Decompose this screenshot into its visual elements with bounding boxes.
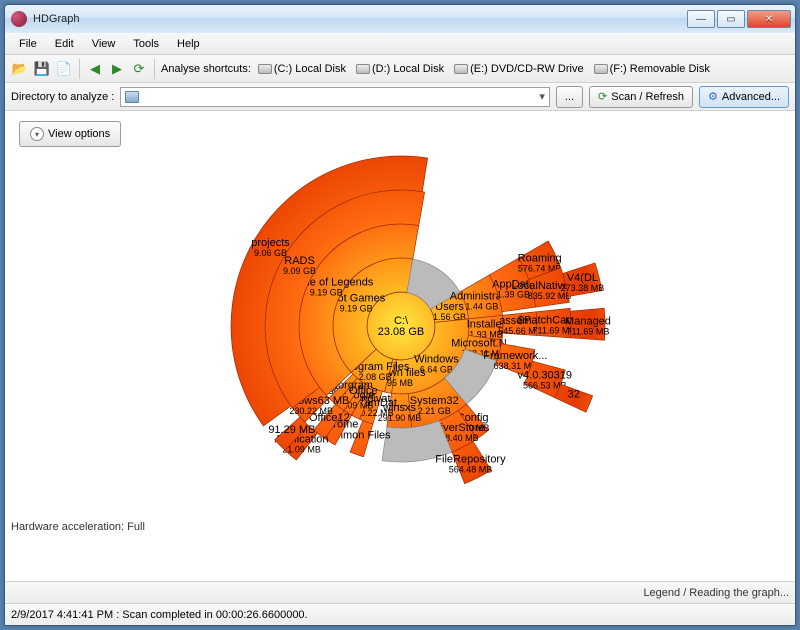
sunburst-segment[interactable] <box>387 393 412 428</box>
footerbar: Legend / Reading the graph... <box>5 581 795 603</box>
menu-tools[interactable]: Tools <box>125 36 167 52</box>
forward-icon[interactable]: ▶ <box>108 60 126 78</box>
shortcut-f[interactable]: (F:) Removable Disk <box>591 63 713 75</box>
shortcut-e[interactable]: (E:) DVD/CD-RW Drive <box>451 63 586 75</box>
document-icon[interactable]: 📄 <box>55 60 73 78</box>
sunburst-segment[interactable] <box>563 263 602 297</box>
sunburst-segment[interactable] <box>555 384 593 412</box>
analyse-shortcuts-label: Analyse shortcuts: <box>161 63 251 75</box>
view-options-button[interactable]: ▾ View options <box>19 121 121 147</box>
menu-help[interactable]: Help <box>169 36 208 52</box>
disk-icon <box>356 64 370 74</box>
open-icon[interactable]: 📂 <box>11 60 29 78</box>
pathbar: Directory to analyze : ▾ ... ⟳Scan / Ref… <box>5 83 795 111</box>
browse-button[interactable]: ... <box>556 86 583 108</box>
titlebar[interactable]: HDGraph — ▭ ✕ <box>5 5 795 33</box>
disk-icon <box>594 64 608 74</box>
menubar: File Edit View Tools Help <box>5 33 795 55</box>
close-button[interactable]: ✕ <box>747 10 791 28</box>
save-icon[interactable]: 💾 <box>33 60 51 78</box>
sunburst-segment[interactable] <box>350 421 373 457</box>
minimize-button[interactable]: — <box>687 10 715 28</box>
legend-link[interactable]: Legend / Reading the graph... <box>643 587 789 599</box>
chart-area[interactable]: ▾ View options C:\23.08 GBUsers1.56 GBWi… <box>5 111 795 581</box>
shortcut-c[interactable]: (C:) Local Disk <box>255 63 349 75</box>
toolbar: 📂 💾 📄 ◀ ▶ ⟳ Analyse shortcuts: (C:) Loca… <box>5 55 795 83</box>
disk-icon <box>258 64 272 74</box>
menu-view[interactable]: View <box>84 36 124 52</box>
app-icon <box>11 11 27 27</box>
sunburst-segment[interactable] <box>570 308 605 340</box>
refresh-icon: ⟳ <box>598 90 607 103</box>
scan-refresh-button[interactable]: ⟳Scan / Refresh <box>589 86 693 108</box>
sunburst-segment[interactable] <box>536 308 571 338</box>
advanced-button[interactable]: ⚙Advanced... <box>699 86 789 108</box>
sunburst-chart[interactable]: C:\23.08 GBUsers1.56 GBWindows6.64 GBUnk… <box>5 111 795 575</box>
directory-label: Directory to analyze : <box>11 91 114 103</box>
refresh-icon[interactable]: ⟳ <box>130 60 148 78</box>
sunburst-segment[interactable] <box>502 312 537 336</box>
menu-edit[interactable]: Edit <box>47 36 82 52</box>
statusbar: 2/9/2017 4:41:41 PM : Scan completed in … <box>5 603 795 625</box>
shortcut-d[interactable]: (D:) Local Disk <box>353 63 447 75</box>
back-icon[interactable]: ◀ <box>86 60 104 78</box>
dropdown-icon[interactable]: ▾ <box>539 90 545 103</box>
window-title: HDGraph <box>33 13 687 25</box>
maximize-button[interactable]: ▭ <box>717 10 745 28</box>
disc-icon <box>454 64 468 74</box>
status-text: 2/9/2017 4:41:41 PM : Scan completed in … <box>11 609 308 621</box>
hwaccel-label: Hardware acceleration: Full <box>11 521 145 533</box>
directory-combo[interactable]: ▾ <box>120 87 550 107</box>
menu-file[interactable]: File <box>11 36 45 52</box>
chevron-down-icon: ▾ <box>30 127 44 141</box>
drive-icon <box>125 91 139 103</box>
gear-icon: ⚙ <box>708 90 718 103</box>
